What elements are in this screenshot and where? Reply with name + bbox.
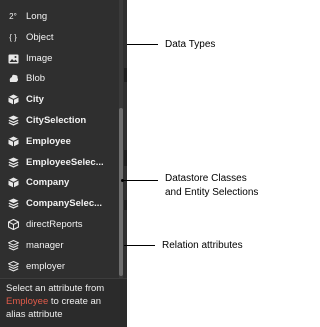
attribute-item[interactable]: Blob	[0, 68, 120, 89]
annotation-datastore-line-1: Datastore Classes	[165, 173, 247, 184]
tooltip-line-2: Employee to create an	[6, 295, 121, 308]
attribute-label: manager	[26, 240, 64, 251]
attribute-label: directReports	[26, 219, 83, 230]
annotation-relation-attributes: Relation attributes	[162, 240, 243, 251]
attribute-item[interactable]: manager	[0, 235, 120, 256]
entity-selection-icon	[6, 156, 20, 170]
attribute-label: employer	[26, 261, 66, 272]
attribute-item[interactable]: Image	[0, 48, 120, 69]
attribute-label: Image	[26, 53, 53, 64]
entity-selection-icon	[6, 197, 20, 211]
tooltip-line-2-rest: to create an	[48, 296, 102, 307]
relation-connector	[124, 245, 155, 246]
attribute-item[interactable]: { } Object	[0, 27, 120, 48]
type-prefix: 2°	[9, 12, 17, 21]
entity-selection-icon	[6, 114, 20, 128]
object-icon: { }	[6, 31, 20, 45]
panel-edge-marker	[124, 68, 127, 82]
panel-edge-marker	[124, 200, 127, 210]
dataclass-icon	[6, 135, 20, 149]
relation-one-icon	[6, 239, 20, 253]
number-icon: 2°	[6, 10, 20, 24]
attribute-label: EmployeeSelec...	[26, 157, 104, 168]
dataclass-icon	[6, 93, 20, 107]
attribute-label: Blob	[26, 73, 46, 84]
attribute-item[interactable]: City	[0, 89, 120, 110]
scrollbar-thumb[interactable]	[119, 108, 123, 276]
attribute-item[interactable]: Employee	[0, 131, 120, 152]
blob-icon	[6, 72, 20, 86]
attribute-item[interactable]: Company	[0, 172, 120, 193]
data-types-connector	[127, 44, 158, 45]
attribute-item[interactable]: EmployeeSelec...	[0, 152, 120, 173]
attribute-label: CompanySelec...	[26, 198, 103, 209]
attribute-label: Employee	[26, 136, 71, 147]
attribute-label: Long	[26, 11, 48, 22]
attribute-picker-panel: 2° Long { } Object Image Blob City CitySelectio…	[0, 0, 127, 327]
panel-edge-marker	[124, 150, 127, 166]
relation-one-icon	[6, 260, 20, 274]
tooltip-class-name: Employee	[6, 296, 49, 307]
attribute-label: Object	[26, 32, 54, 43]
relation-many-icon	[6, 218, 20, 232]
annotation-data-types: Data Types	[165, 39, 216, 50]
image-icon	[6, 52, 20, 66]
attribute-item[interactable]: employer	[0, 256, 120, 277]
attribute-item[interactable]: directReports	[0, 214, 120, 235]
attribute-item[interactable]: CompanySelec...	[0, 193, 120, 214]
attribute-label: CitySelection	[26, 115, 87, 126]
annotation-datastore-line-2: and Entity Selections	[165, 187, 259, 198]
dataclass-icon	[6, 176, 20, 190]
type-prefix: { }	[9, 33, 17, 42]
tooltip-line-1: Select an attribute from	[6, 283, 105, 294]
attribute-item[interactable]: 2° Long	[0, 6, 120, 27]
datastore-connector	[124, 180, 158, 181]
alias-hint-tooltip: Select an attribute from Employee to cre…	[0, 278, 127, 327]
tooltip-line-3: alias attribute	[6, 309, 63, 320]
attribute-label: City	[26, 94, 44, 105]
attribute-label: Company	[26, 177, 70, 188]
attribute-item[interactable]: CitySelection	[0, 110, 120, 131]
